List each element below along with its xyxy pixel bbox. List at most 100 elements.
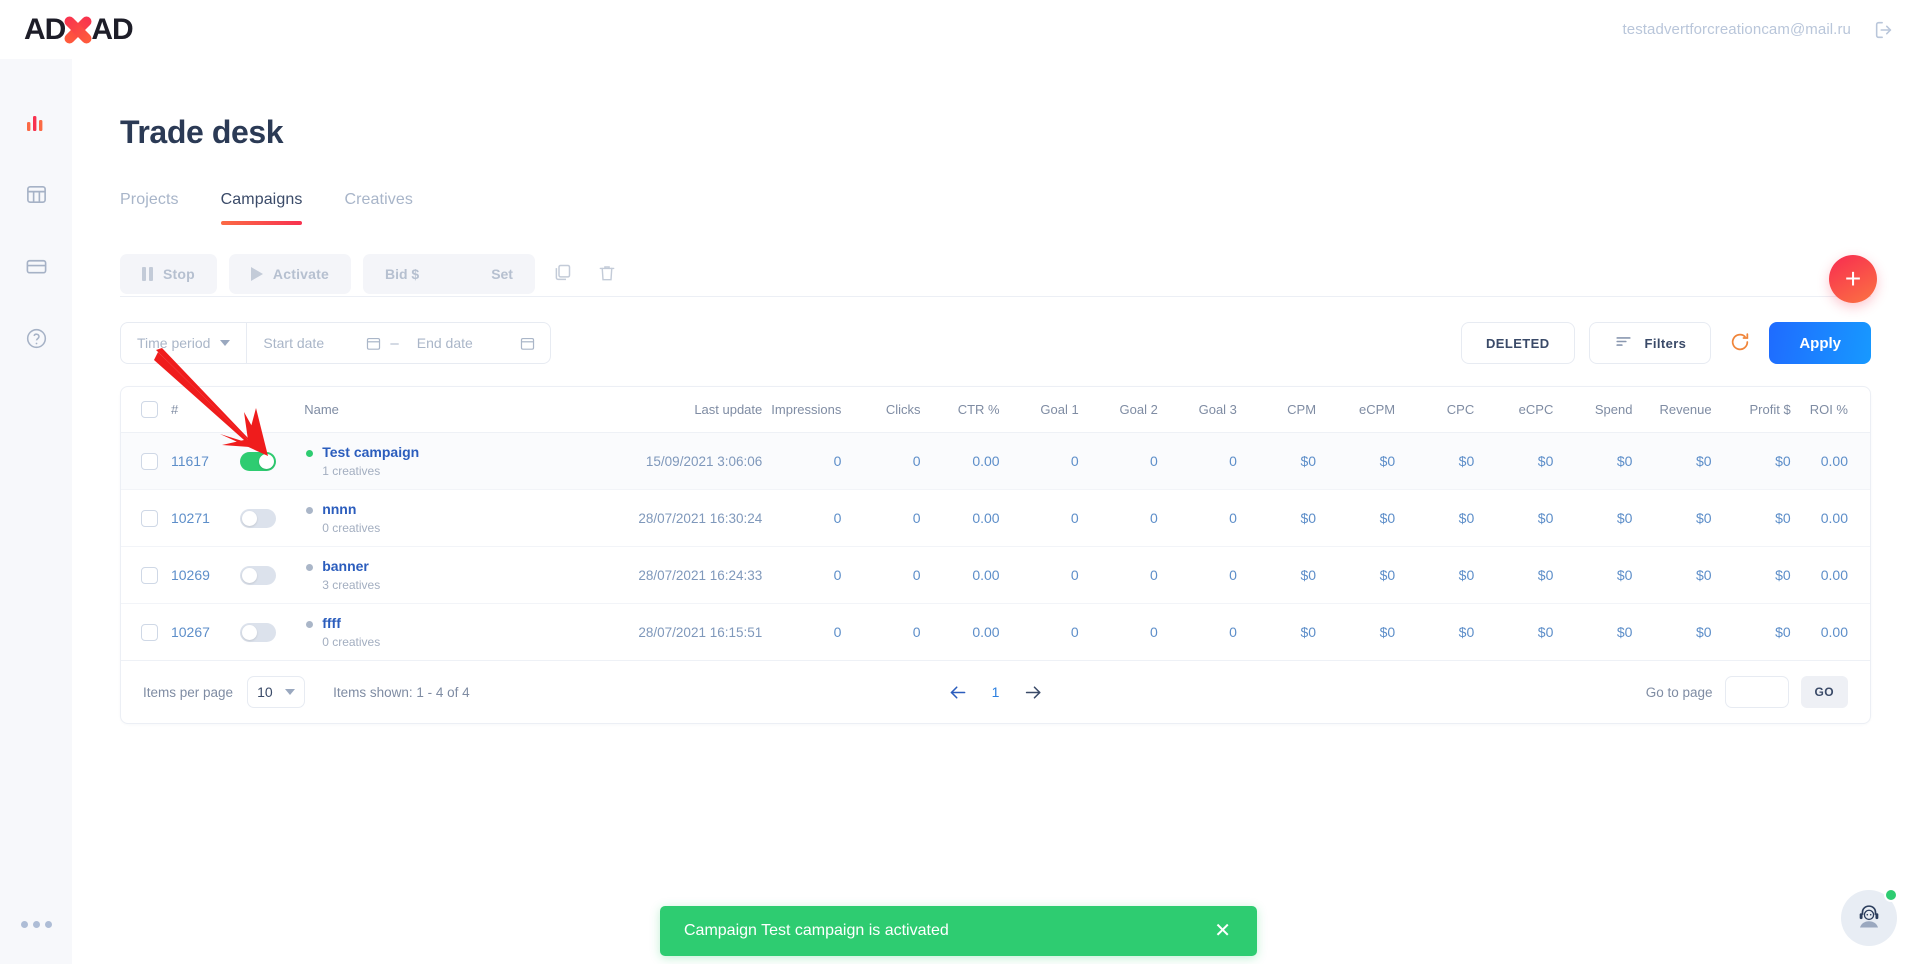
more-dots-icon[interactable] [21,921,52,928]
main-content: Trade desk Projects Campaigns Creatives … [72,59,1919,964]
row-status-toggle[interactable] [240,452,276,471]
header-ecpm[interactable]: eCPM [1316,387,1395,433]
header-cpc[interactable]: CPC [1395,387,1474,433]
row-status-toggle[interactable] [240,623,276,642]
creatives-count: 0 creatives [322,521,380,535]
row-select-cell [121,490,171,547]
header-goal3[interactable]: Goal 3 [1158,387,1237,433]
page-number-1[interactable]: 1 [992,684,1000,700]
go-button[interactable]: GO [1801,676,1848,708]
header-roi[interactable]: ROI % [1791,387,1870,433]
header-ctr[interactable]: CTR % [920,387,999,433]
header-goal1[interactable]: Goal 1 [1000,387,1079,433]
start-date-calendar-icon[interactable] [365,335,388,352]
close-icon[interactable]: ✕ [1212,921,1233,941]
filters-button[interactable]: Filters [1589,322,1712,364]
row-cpm: $0 [1237,547,1316,604]
status-dot [306,507,313,514]
row-ecpc: $0 [1474,490,1553,547]
stop-button[interactable]: Stop [120,254,217,294]
sidebar-item-trade-desk[interactable] [0,161,72,233]
select-all-checkbox[interactable] [141,401,158,418]
tab-projects[interactable]: Projects [120,191,179,225]
tab-campaigns[interactable]: Campaigns [221,191,303,225]
toast-message: Campaign Test campaign is activated [684,922,949,940]
sidebar-item-billing[interactable] [0,233,72,305]
header-ecpc[interactable]: eCPC [1474,387,1553,433]
apply-button[interactable]: Apply [1769,322,1871,364]
add-campaign-button[interactable]: + [1829,255,1877,303]
last-update-value: 28/07/2021 16:30:24 [638,511,762,526]
row-impressions: 0 [762,547,841,604]
header-profit[interactable]: Profit $ [1712,387,1791,433]
campaign-name-link[interactable]: Test campaign [322,444,419,461]
header-name[interactable]: Name [304,387,606,433]
sidebar-item-help[interactable] [0,305,72,377]
row-cpm: $0 [1237,433,1316,490]
bid-control[interactable]: Bid $ Set [363,254,535,294]
row-status-toggle[interactable] [240,509,276,528]
activate-button[interactable]: Activate [229,254,351,294]
refresh-button[interactable] [1725,327,1755,360]
goto-page-input[interactable] [1725,676,1789,708]
previous-page-button[interactable] [947,682,968,703]
row-last-update: 28/07/2021 16:30:24 [606,490,762,547]
last-update-value: 28/07/2021 16:15:51 [638,625,762,640]
row-checkbox[interactable] [141,567,158,584]
row-ecpm: $0 [1316,433,1395,490]
header-last-update[interactable]: Last update [606,387,762,433]
table-row[interactable]: 10267 ffff 0 creatives [121,604,1870,661]
row-status-toggle[interactable] [240,566,276,585]
row-revenue: $0 [1632,604,1711,661]
table-header-row: # Name Last update Impressions Clicks CT… [121,387,1870,433]
creatives-count: 3 creatives [322,578,380,592]
logout-icon[interactable] [1873,19,1895,41]
play-icon [251,267,263,281]
table-row[interactable]: 10271 nnnn 0 creatives [121,490,1870,547]
date-range-separator: – [388,335,400,352]
row-ctr: 0.00 [920,490,999,547]
start-date-input[interactable]: Start date [247,323,365,363]
delete-button[interactable] [591,257,623,291]
bid-set-label: Set [491,266,513,282]
items-per-page-select[interactable]: 10 [247,676,305,708]
table-row[interactable]: 10269 banner 3 creatives [121,547,1870,604]
header-cpm[interactable]: CPM [1237,387,1316,433]
campaign-name-link[interactable]: ffff [322,615,380,632]
row-id: 10269 [171,547,240,604]
chevron-down-icon [220,340,230,346]
tab-creatives[interactable]: Creatives [344,191,412,225]
app-logo[interactable]: AD AD [24,13,133,47]
support-chat-button[interactable] [1841,890,1897,946]
header-spend[interactable]: Spend [1553,387,1632,433]
header-impressions[interactable]: Impressions [762,387,841,433]
row-name-cell: Test campaign 1 creatives [304,433,606,490]
header-goal2[interactable]: Goal 2 [1079,387,1158,433]
header-revenue[interactable]: Revenue [1632,387,1711,433]
status-dot [306,564,313,571]
deleted-button[interactable]: DELETED [1461,322,1574,364]
header-clicks[interactable]: Clicks [841,387,920,433]
campaign-name-link[interactable]: banner [322,558,380,575]
row-toggle-cell [240,490,305,547]
row-goal1: 0 [1000,604,1079,661]
row-spend: $0 [1553,433,1632,490]
row-goal3: 0 [1158,604,1237,661]
end-date-input[interactable]: End date [401,323,519,363]
support-agent-icon [1851,898,1887,939]
row-ecpc: $0 [1474,547,1553,604]
header-id[interactable]: # [171,387,240,433]
copy-button[interactable] [547,257,579,291]
creatives-count: 1 creatives [322,464,419,478]
end-date-calendar-icon[interactable] [519,335,550,352]
row-checkbox[interactable] [141,624,158,641]
row-spend: $0 [1553,547,1632,604]
sidebar-item-analytics[interactable] [0,89,72,161]
next-page-button[interactable] [1023,682,1044,703]
time-period-select[interactable]: Time period [121,323,246,363]
filter-icon [1614,332,1633,354]
campaign-name-link[interactable]: nnnn [322,501,380,518]
row-checkbox[interactable] [141,453,158,470]
row-checkbox[interactable] [141,510,158,527]
table-row[interactable]: 11617 Test campaign 1 creatives [121,433,1870,490]
